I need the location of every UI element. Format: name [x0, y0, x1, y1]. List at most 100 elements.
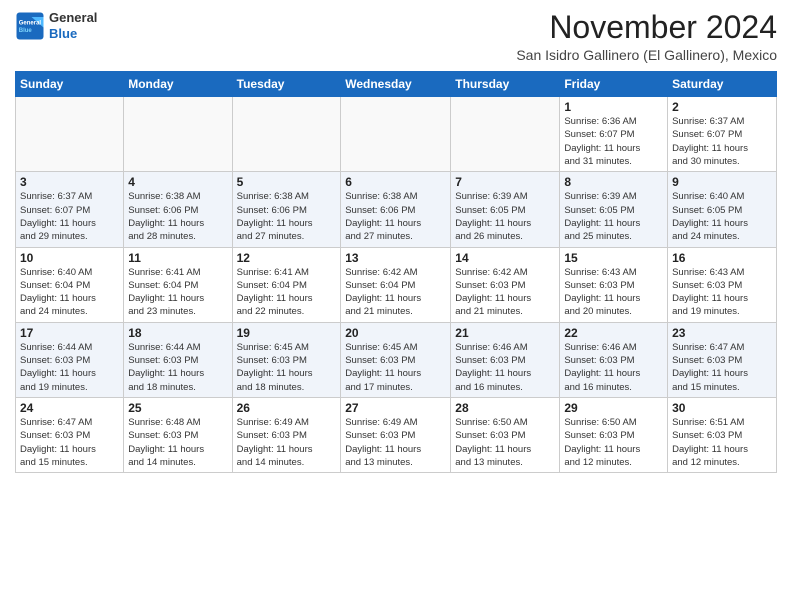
day-info: Sunrise: 6:49 AM Sunset: 6:03 PM Dayligh…	[237, 416, 337, 469]
day-info: Sunrise: 6:36 AM Sunset: 6:07 PM Dayligh…	[564, 115, 663, 168]
calendar-cell	[451, 97, 560, 172]
col-header-friday: Friday	[560, 72, 668, 97]
day-info: Sunrise: 6:46 AM Sunset: 6:03 PM Dayligh…	[564, 341, 663, 394]
calendar-cell: 9Sunrise: 6:40 AM Sunset: 6:05 PM Daylig…	[668, 172, 777, 247]
calendar-cell: 24Sunrise: 6:47 AM Sunset: 6:03 PM Dayli…	[16, 397, 124, 472]
day-info: Sunrise: 6:45 AM Sunset: 6:03 PM Dayligh…	[237, 341, 337, 394]
calendar-cell: 28Sunrise: 6:50 AM Sunset: 6:03 PM Dayli…	[451, 397, 560, 472]
day-number: 14	[455, 251, 555, 265]
day-number: 5	[237, 175, 337, 189]
calendar-week-row: 24Sunrise: 6:47 AM Sunset: 6:03 PM Dayli…	[16, 397, 777, 472]
day-info: Sunrise: 6:42 AM Sunset: 6:03 PM Dayligh…	[455, 266, 555, 319]
day-info: Sunrise: 6:48 AM Sunset: 6:03 PM Dayligh…	[128, 416, 227, 469]
day-info: Sunrise: 6:45 AM Sunset: 6:03 PM Dayligh…	[345, 341, 446, 394]
day-number: 11	[128, 251, 227, 265]
calendar-cell	[124, 97, 232, 172]
calendar-cell	[341, 97, 451, 172]
day-info: Sunrise: 6:44 AM Sunset: 6:03 PM Dayligh…	[128, 341, 227, 394]
title-block: November 2024 San Isidro Gallinero (El G…	[516, 10, 777, 63]
col-header-saturday: Saturday	[668, 72, 777, 97]
calendar-week-row: 17Sunrise: 6:44 AM Sunset: 6:03 PM Dayli…	[16, 322, 777, 397]
calendar-cell	[16, 97, 124, 172]
day-info: Sunrise: 6:50 AM Sunset: 6:03 PM Dayligh…	[455, 416, 555, 469]
calendar-cell: 7Sunrise: 6:39 AM Sunset: 6:05 PM Daylig…	[451, 172, 560, 247]
day-info: Sunrise: 6:46 AM Sunset: 6:03 PM Dayligh…	[455, 341, 555, 394]
logo-general: General	[49, 10, 97, 26]
day-info: Sunrise: 6:41 AM Sunset: 6:04 PM Dayligh…	[237, 266, 337, 319]
calendar-cell: 4Sunrise: 6:38 AM Sunset: 6:06 PM Daylig…	[124, 172, 232, 247]
day-number: 7	[455, 175, 555, 189]
day-number: 13	[345, 251, 446, 265]
day-info: Sunrise: 6:42 AM Sunset: 6:04 PM Dayligh…	[345, 266, 446, 319]
calendar-cell: 22Sunrise: 6:46 AM Sunset: 6:03 PM Dayli…	[560, 322, 668, 397]
calendar-cell: 5Sunrise: 6:38 AM Sunset: 6:06 PM Daylig…	[232, 172, 341, 247]
day-info: Sunrise: 6:41 AM Sunset: 6:04 PM Dayligh…	[128, 266, 227, 319]
logo-icon: General Blue	[15, 11, 45, 41]
day-number: 20	[345, 326, 446, 340]
col-header-tuesday: Tuesday	[232, 72, 341, 97]
day-info: Sunrise: 6:38 AM Sunset: 6:06 PM Dayligh…	[237, 190, 337, 243]
day-number: 10	[20, 251, 119, 265]
logo-text: General Blue	[49, 10, 97, 41]
day-info: Sunrise: 6:50 AM Sunset: 6:03 PM Dayligh…	[564, 416, 663, 469]
calendar-cell: 11Sunrise: 6:41 AM Sunset: 6:04 PM Dayli…	[124, 247, 232, 322]
day-info: Sunrise: 6:44 AM Sunset: 6:03 PM Dayligh…	[20, 341, 119, 394]
day-number: 24	[20, 401, 119, 415]
day-number: 26	[237, 401, 337, 415]
col-header-monday: Monday	[124, 72, 232, 97]
header: General Blue General Blue November 2024 …	[15, 10, 777, 63]
calendar-cell: 26Sunrise: 6:49 AM Sunset: 6:03 PM Dayli…	[232, 397, 341, 472]
col-header-wednesday: Wednesday	[341, 72, 451, 97]
calendar-cell: 30Sunrise: 6:51 AM Sunset: 6:03 PM Dayli…	[668, 397, 777, 472]
col-header-sunday: Sunday	[16, 72, 124, 97]
day-info: Sunrise: 6:40 AM Sunset: 6:04 PM Dayligh…	[20, 266, 119, 319]
day-number: 2	[672, 100, 772, 114]
calendar-cell: 25Sunrise: 6:48 AM Sunset: 6:03 PM Dayli…	[124, 397, 232, 472]
calendar-cell: 16Sunrise: 6:43 AM Sunset: 6:03 PM Dayli…	[668, 247, 777, 322]
day-info: Sunrise: 6:37 AM Sunset: 6:07 PM Dayligh…	[20, 190, 119, 243]
svg-text:Blue: Blue	[19, 28, 33, 34]
day-number: 3	[20, 175, 119, 189]
day-number: 27	[345, 401, 446, 415]
day-number: 4	[128, 175, 227, 189]
col-header-thursday: Thursday	[451, 72, 560, 97]
calendar-cell: 8Sunrise: 6:39 AM Sunset: 6:05 PM Daylig…	[560, 172, 668, 247]
calendar-cell: 21Sunrise: 6:46 AM Sunset: 6:03 PM Dayli…	[451, 322, 560, 397]
day-info: Sunrise: 6:39 AM Sunset: 6:05 PM Dayligh…	[455, 190, 555, 243]
day-info: Sunrise: 6:47 AM Sunset: 6:03 PM Dayligh…	[20, 416, 119, 469]
calendar-cell: 14Sunrise: 6:42 AM Sunset: 6:03 PM Dayli…	[451, 247, 560, 322]
calendar-cell: 19Sunrise: 6:45 AM Sunset: 6:03 PM Dayli…	[232, 322, 341, 397]
calendar-week-row: 1Sunrise: 6:36 AM Sunset: 6:07 PM Daylig…	[16, 97, 777, 172]
calendar-cell: 6Sunrise: 6:38 AM Sunset: 6:06 PM Daylig…	[341, 172, 451, 247]
day-number: 22	[564, 326, 663, 340]
day-number: 1	[564, 100, 663, 114]
day-info: Sunrise: 6:51 AM Sunset: 6:03 PM Dayligh…	[672, 416, 772, 469]
day-info: Sunrise: 6:38 AM Sunset: 6:06 PM Dayligh…	[345, 190, 446, 243]
logo: General Blue General Blue	[15, 10, 97, 41]
calendar-table: SundayMondayTuesdayWednesdayThursdayFrid…	[15, 71, 777, 473]
calendar-cell: 10Sunrise: 6:40 AM Sunset: 6:04 PM Dayli…	[16, 247, 124, 322]
day-number: 25	[128, 401, 227, 415]
day-number: 19	[237, 326, 337, 340]
day-number: 29	[564, 401, 663, 415]
calendar-cell: 2Sunrise: 6:37 AM Sunset: 6:07 PM Daylig…	[668, 97, 777, 172]
calendar-cell: 3Sunrise: 6:37 AM Sunset: 6:07 PM Daylig…	[16, 172, 124, 247]
calendar-week-row: 3Sunrise: 6:37 AM Sunset: 6:07 PM Daylig…	[16, 172, 777, 247]
calendar-cell: 23Sunrise: 6:47 AM Sunset: 6:03 PM Dayli…	[668, 322, 777, 397]
day-info: Sunrise: 6:37 AM Sunset: 6:07 PM Dayligh…	[672, 115, 772, 168]
day-info: Sunrise: 6:38 AM Sunset: 6:06 PM Dayligh…	[128, 190, 227, 243]
calendar-cell: 29Sunrise: 6:50 AM Sunset: 6:03 PM Dayli…	[560, 397, 668, 472]
calendar-cell: 17Sunrise: 6:44 AM Sunset: 6:03 PM Dayli…	[16, 322, 124, 397]
day-number: 23	[672, 326, 772, 340]
day-info: Sunrise: 6:43 AM Sunset: 6:03 PM Dayligh…	[672, 266, 772, 319]
calendar-week-row: 10Sunrise: 6:40 AM Sunset: 6:04 PM Dayli…	[16, 247, 777, 322]
page: General Blue General Blue November 2024 …	[0, 0, 792, 488]
calendar-cell: 13Sunrise: 6:42 AM Sunset: 6:04 PM Dayli…	[341, 247, 451, 322]
calendar-cell	[232, 97, 341, 172]
day-number: 16	[672, 251, 772, 265]
day-number: 28	[455, 401, 555, 415]
svg-text:General: General	[19, 20, 42, 26]
day-number: 12	[237, 251, 337, 265]
location-title: San Isidro Gallinero (El Gallinero), Mex…	[516, 47, 777, 63]
month-title: November 2024	[516, 10, 777, 45]
